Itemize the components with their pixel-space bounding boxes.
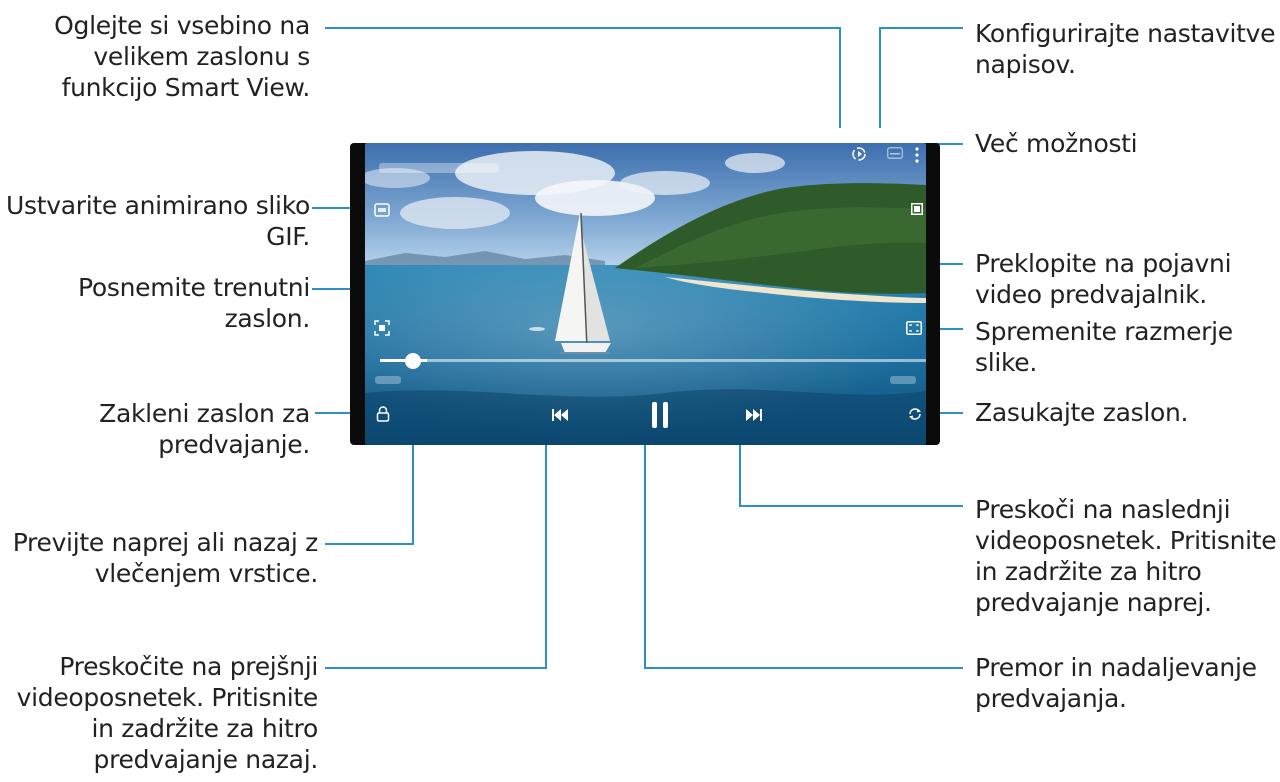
next-icon[interactable]: [743, 405, 765, 425]
leader-pause: [644, 424, 963, 669]
lock-icon[interactable]: [373, 404, 393, 424]
video-title-placeholder: [379, 163, 499, 173]
annotation-gif: Ustvarite animirano sliko GIF.: [6, 191, 310, 251]
annotation-popup-player: Preklopite na pojavni video predvajalnik…: [975, 249, 1232, 309]
video-screen[interactable]: [365, 143, 926, 445]
pause-icon[interactable]: [645, 399, 675, 431]
seek-bar[interactable]: [380, 359, 926, 362]
more-options-icon[interactable]: [911, 143, 923, 167]
annotation-rotate: Zasukajte zaslon.: [975, 398, 1189, 427]
rotate-icon[interactable]: [905, 404, 925, 424]
annotation-aspect-ratio: Spremenite razmerje slike.: [975, 317, 1233, 377]
seek-handle[interactable]: [405, 353, 421, 369]
annotation-smart-view: Oglejte si vsebino na velikem zaslonu s …: [54, 11, 310, 102]
smart-view-icon[interactable]: [849, 143, 869, 165]
annotation-lock: Zakleni zaslon za predvajanje.: [99, 399, 310, 459]
annotation-pause: Premor in nadaljevanje predvajanja.: [975, 653, 1257, 713]
total-time: [890, 376, 916, 384]
aspect-ratio-icon[interactable]: [905, 319, 923, 337]
capture-icon[interactable]: [373, 319, 391, 337]
previous-icon[interactable]: [549, 405, 571, 425]
subtitles-icon[interactable]: [885, 145, 905, 161]
annotation-subtitles: Konfigurirajte nastavitve napisov.: [975, 19, 1276, 79]
annotation-next: Preskoči na naslednji videoposnetek. Pri…: [975, 495, 1277, 617]
leader-previous: [325, 424, 547, 669]
phone-frame: [350, 143, 940, 445]
current-time: [375, 376, 401, 384]
gif-icon[interactable]: [373, 201, 391, 219]
annotation-capture: Posnemite trenutni zaslon.: [78, 273, 310, 333]
annotation-seek: Previjte naprej ali nazaj z vlečenjem vr…: [12, 528, 319, 588]
annotation-more-options: Več možnosti: [975, 129, 1138, 158]
leader-smart-view: [325, 27, 841, 128]
popup-player-icon[interactable]: [909, 201, 925, 217]
leader-subtitles: [879, 27, 963, 128]
annotation-previous: Preskočite na prejšnji videoposnetek. Pr…: [16, 652, 319, 774]
